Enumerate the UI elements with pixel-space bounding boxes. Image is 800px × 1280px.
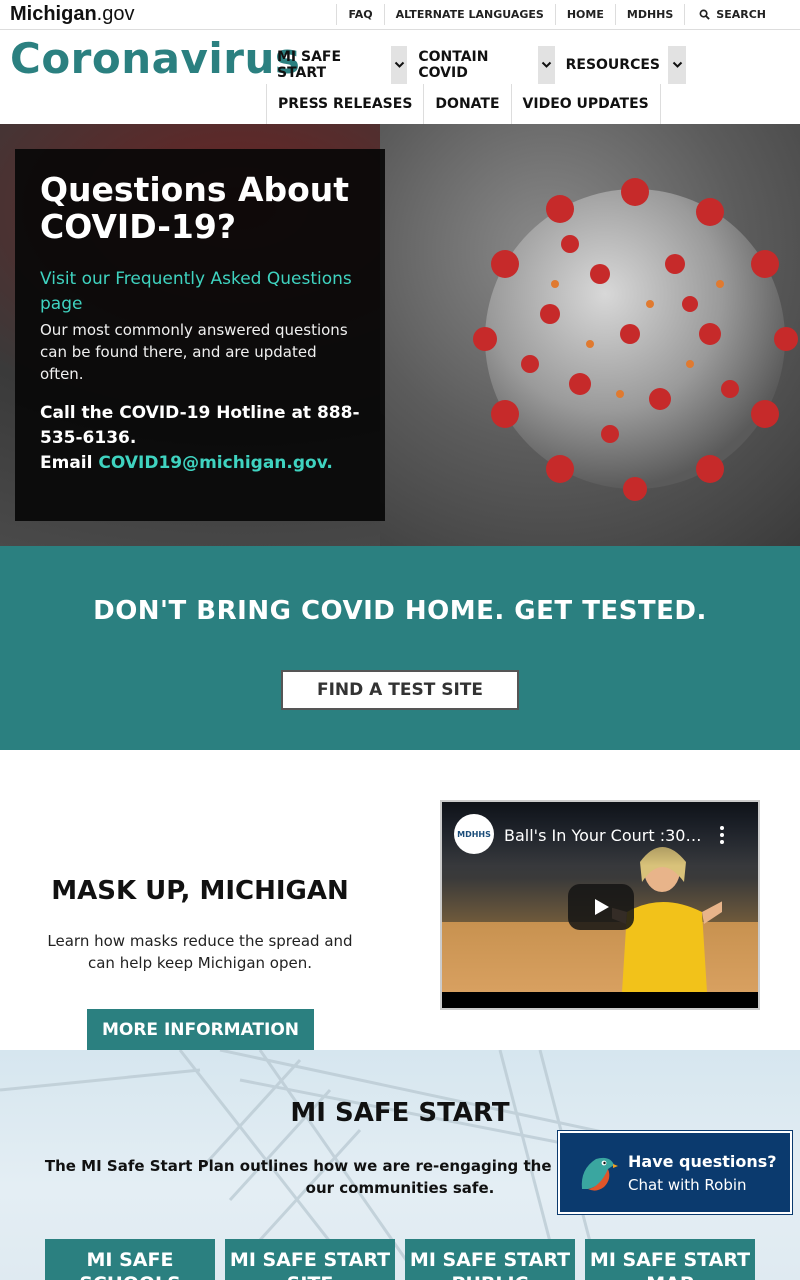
alternate-languages-link[interactable]: ALTERNATE LANGUAGES [383,4,555,25]
chat-question: Have questions? [628,1151,777,1171]
chevron-down-icon [672,61,682,68]
tile-mi-safe-schools[interactable]: MI SAFE SCHOOLS [45,1239,215,1280]
nav-secondary-row: PRESS RELEASES DONATE VIDEO UPDATES [266,84,686,124]
chat-widget[interactable]: Have questions? Chat with Robin [557,1130,793,1215]
nav-item-mi-safe-start[interactable]: MI SAFE START [266,46,408,84]
coronavirus-illustration [473,178,798,501]
safe-start-tiles: MI SAFE SCHOOLS MI SAFE START SITE MI SA… [45,1239,755,1280]
nav-item-donate[interactable]: DONATE [424,84,512,124]
safe-start-title: MI SAFE START [290,1098,510,1128]
mask-description: Learn how masks reduce the spread and ca… [47,932,353,972]
search-label: SEARCH [716,8,766,21]
email-link[interactable]: COVID19@michigan.gov. [98,453,332,473]
dropdown-toggle[interactable] [391,46,408,84]
email-prefix: Email [40,453,99,473]
faq-page-link[interactable]: Visit our Frequently Asked Questions pag… [40,267,360,317]
dropdown-toggle[interactable] [538,46,555,84]
search-button[interactable]: SEARCH [684,4,780,25]
search-icon [699,9,711,20]
nav-item-label[interactable]: MI SAFE START [266,49,391,81]
video-bottom-bar [442,992,758,1008]
logo-brand-text: Michigan [10,3,97,25]
logo-suffix-text: .gov [96,3,135,25]
faq-callout: Questions About COVID-19? Visit our Freq… [15,149,385,521]
hotline-text: Call the COVID-19 Hotline at 888-535-613… [40,403,360,448]
chat-text: Have questions? Chat with Robin [628,1150,777,1196]
video-thumbnail: MDHHS Ball's In Your Court :30 ... [442,802,758,992]
michigan-gov-logo[interactable]: Michigan.gov [10,3,134,26]
mdhhs-channel-logo[interactable]: MDHHS [454,814,494,854]
faq-description: Our most commonly answered questions can… [40,321,348,383]
tile-mi-safe-start-public[interactable]: MI SAFE START PUBLIC [405,1239,575,1280]
play-button[interactable] [568,884,634,930]
chevron-down-icon [394,61,404,68]
nav-item-video-updates[interactable]: VIDEO UPDATES [512,84,661,124]
chat-cta: Chat with Robin [628,1175,747,1194]
home-link[interactable]: HOME [554,4,615,25]
nav-item-label[interactable]: RESOURCES [555,57,668,73]
email-line: Email COVID19@michigan.gov. [40,451,360,476]
get-tested-banner: DON'T BRING COVID HOME. GET TESTED. FIND… [0,546,800,750]
nav-item-press-releases[interactable]: PRESS RELEASES [267,84,425,124]
find-test-site-button[interactable]: FIND A TEST SITE [281,670,519,710]
utility-links: FAQ ALTERNATE LANGUAGES HOME MDHHS SEARC… [336,4,780,25]
channel-logo-text: MDHHS [457,829,491,839]
hero-title: Questions About COVID-19? [40,170,350,246]
nav-primary-row: MI SAFE START CONTAIN COVID RESOURCES [266,46,686,84]
video-title[interactable]: Ball's In Your Court :30 ... [504,826,704,845]
mask-section-title: MASK UP, MICHIGAN [51,876,349,906]
tile-mi-safe-start-site[interactable]: MI SAFE START SITE [225,1239,395,1280]
mdhhs-link[interactable]: MDHHS [614,4,684,25]
video-player[interactable]: MDHHS Ball's In Your Court :30 ... [440,800,760,1010]
nav-item-contain-covid[interactable]: CONTAIN COVID [407,46,555,84]
more-information-button[interactable]: MORE INFORMATION [87,1009,314,1051]
main-navigation: MI SAFE START CONTAIN COVID RESOURCES PR… [266,46,686,124]
get-tested-headline: DON'T BRING COVID HOME. GET TESTED. [93,596,707,626]
tile-mi-safe-start-map[interactable]: MI SAFE START MAP [585,1239,755,1280]
dropdown-toggle[interactable] [668,46,686,84]
kebab-menu-icon[interactable] [720,826,724,844]
chevron-down-icon [541,61,552,68]
play-icon [595,899,609,915]
nav-item-label[interactable]: CONTAIN COVID [407,49,538,81]
utility-bar: Michigan.gov FAQ ALTERNATE LANGUAGES HOM… [0,0,800,30]
robin-bird-icon [581,1157,618,1191]
nav-item-resources[interactable]: RESOURCES [555,46,686,84]
site-title[interactable]: Coronavirus [10,34,300,83]
faq-link[interactable]: FAQ [336,4,383,25]
